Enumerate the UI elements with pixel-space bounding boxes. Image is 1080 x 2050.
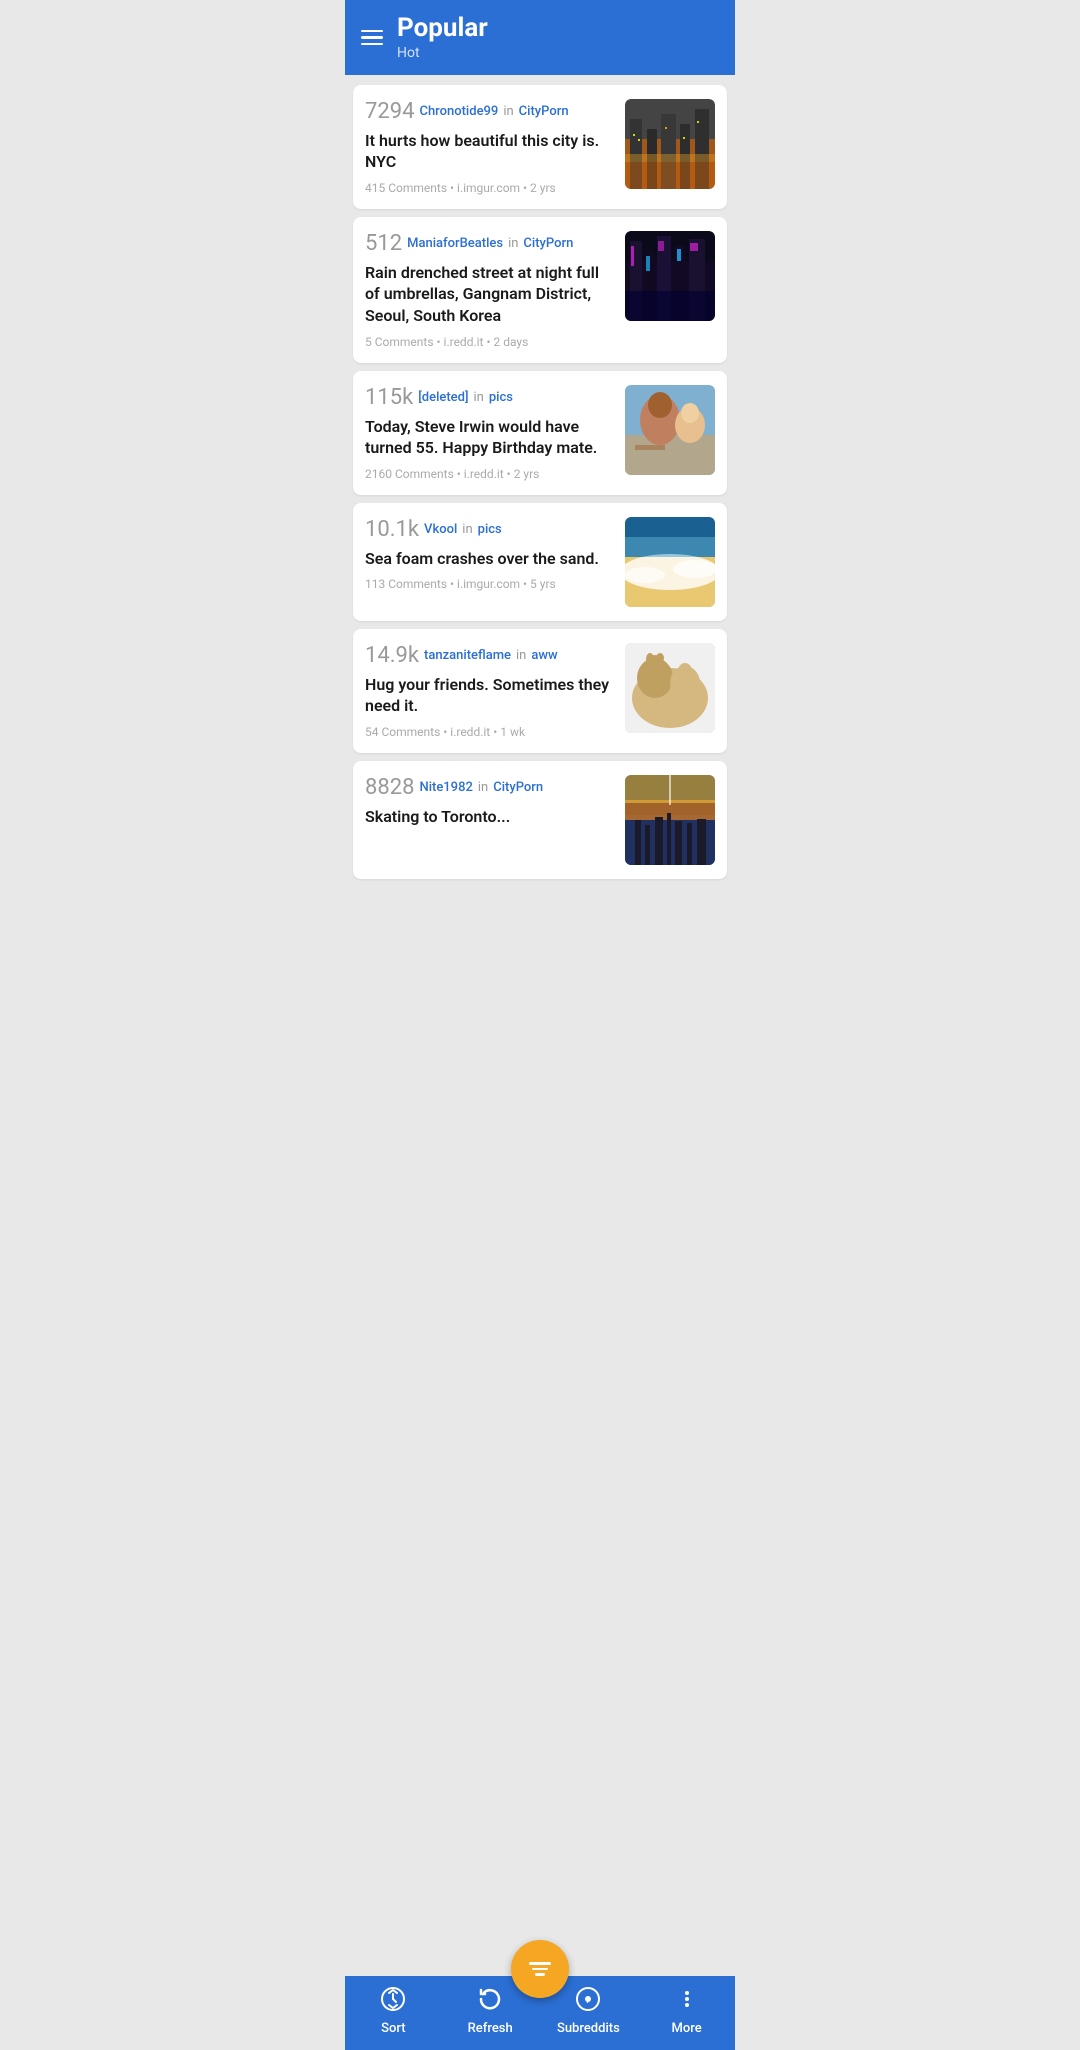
subreddits-label: Subreddits — [557, 2021, 620, 2036]
post-score: 512 — [365, 231, 402, 256]
post-card[interactable]: 8828 Nite1982 in CityPorn Skating to Tor… — [353, 761, 727, 879]
post-score: 7294 — [365, 99, 414, 124]
post-content: 8828 Nite1982 in CityPorn Skating to Tor… — [365, 775, 615, 836]
post-author[interactable]: Vkool — [424, 522, 457, 537]
post-title[interactable]: Rain drenched street at night full of um… — [365, 262, 615, 327]
post-card[interactable]: 7294 Chronotide99 in CityPorn It hurts h… — [353, 85, 727, 209]
post-in-label: in — [478, 780, 488, 795]
post-author[interactable]: Chronotide99 — [419, 104, 498, 119]
post-meta-bottom: 5 Comments • i.redd.it • 2 days — [365, 335, 615, 349]
post-in-label: in — [516, 648, 526, 663]
post-in-label: in — [503, 104, 513, 119]
header-title-block: Popular Hot — [397, 14, 488, 61]
post-author[interactable]: tanzaniteflame — [424, 648, 511, 663]
post-title[interactable]: Hug your friends. Sometimes they need it… — [365, 674, 615, 717]
post-meta-top: 10.1k Vkool in pics — [365, 517, 615, 542]
more-icon — [674, 1986, 700, 2017]
post-meta-top: 115k [deleted] in pics — [365, 385, 615, 410]
post-subreddit[interactable]: pics — [478, 522, 502, 537]
post-meta-top: 512 ManiaforBeatles in CityPorn — [365, 231, 615, 256]
subreddits-icon: r — [575, 1986, 601, 2017]
post-title[interactable]: It hurts how beautiful this city is. NYC — [365, 130, 615, 173]
post-meta-bottom: 54 Comments • i.redd.it • 1 wk — [365, 725, 615, 739]
post-meta-top: 7294 Chronotide99 in CityPorn — [365, 99, 615, 124]
nav-more[interactable]: More — [657, 1986, 717, 2036]
post-content: 115k [deleted] in pics Today, Steve Irwi… — [365, 385, 615, 481]
post-card[interactable]: 512 ManiaforBeatles in CityPorn Rain dre… — [353, 217, 727, 363]
refresh-label: Refresh — [468, 2021, 513, 2036]
refresh-icon — [477, 1986, 503, 2017]
post-subreddit[interactable]: CityPorn — [523, 236, 573, 251]
nav-subreddits[interactable]: r Subreddits — [557, 1986, 620, 2036]
post-title[interactable]: Sea foam crashes over the sand. — [365, 548, 615, 570]
post-content: 14.9k tanzaniteflame in aww Hug your fri… — [365, 643, 615, 739]
post-subreddit[interactable]: aww — [531, 648, 557, 663]
page-title: Popular — [397, 14, 488, 43]
hamburger-menu-button[interactable] — [361, 30, 383, 46]
post-content: 10.1k Vkool in pics Sea foam crashes ove… — [365, 517, 615, 592]
post-subreddit[interactable]: CityPorn — [519, 104, 569, 119]
sort-icon — [380, 1986, 406, 2017]
post-content: 512 ManiaforBeatles in CityPorn Rain dre… — [365, 231, 615, 349]
fab-filter-button[interactable] — [511, 1940, 569, 1998]
nav-refresh[interactable]: Refresh — [460, 1986, 520, 2036]
nav-sort[interactable]: Sort — [363, 1986, 423, 2036]
post-meta-top: 14.9k tanzaniteflame in aww — [365, 643, 615, 668]
post-author[interactable]: ManiaforBeatles — [407, 236, 503, 251]
post-card[interactable]: 14.9k tanzaniteflame in aww Hug your fri… — [353, 629, 727, 753]
post-author[interactable]: Nite1982 — [419, 780, 472, 795]
more-label: More — [671, 2021, 701, 2036]
post-thumbnail[interactable] — [625, 517, 715, 607]
post-subreddit[interactable]: CityPorn — [493, 780, 543, 795]
post-in-label: in — [508, 236, 518, 251]
post-title[interactable]: Today, Steve Irwin would have turned 55.… — [365, 416, 615, 459]
post-meta-bottom: 2160 Comments • i.redd.it • 2 yrs — [365, 467, 615, 481]
post-title[interactable]: Skating to Toronto... — [365, 806, 615, 828]
post-thumbnail[interactable] — [625, 385, 715, 475]
post-feed: 7294 Chronotide99 in CityPorn It hurts h… — [345, 75, 735, 959]
post-in-label: in — [474, 390, 484, 405]
sort-label: Sort — [381, 2021, 406, 2036]
post-meta-bottom: 113 Comments • i.imgur.com • 5 yrs — [365, 577, 615, 591]
post-meta-bottom: 415 Comments • i.imgur.com • 2 yrs — [365, 181, 615, 195]
post-score: 8828 — [365, 775, 414, 800]
app-header: Popular Hot — [345, 0, 735, 75]
post-in-label: in — [462, 522, 472, 537]
post-score: 10.1k — [365, 517, 419, 542]
post-author[interactable]: [deleted] — [418, 390, 468, 405]
filter-icon — [529, 1962, 551, 1976]
post-card[interactable]: 115k [deleted] in pics Today, Steve Irwi… — [353, 371, 727, 495]
post-content: 7294 Chronotide99 in CityPorn It hurts h… — [365, 99, 615, 195]
post-score: 115k — [365, 385, 413, 410]
post-subreddit[interactable]: pics — [489, 390, 513, 405]
post-meta-top: 8828 Nite1982 in CityPorn — [365, 775, 615, 800]
post-thumbnail[interactable] — [625, 775, 715, 865]
post-thumbnail[interactable] — [625, 99, 715, 189]
post-score: 14.9k — [365, 643, 419, 668]
post-card[interactable]: 10.1k Vkool in pics Sea foam crashes ove… — [353, 503, 727, 621]
post-thumbnail[interactable] — [625, 643, 715, 733]
post-thumbnail[interactable] — [625, 231, 715, 321]
page-subtitle: Hot — [397, 45, 488, 61]
